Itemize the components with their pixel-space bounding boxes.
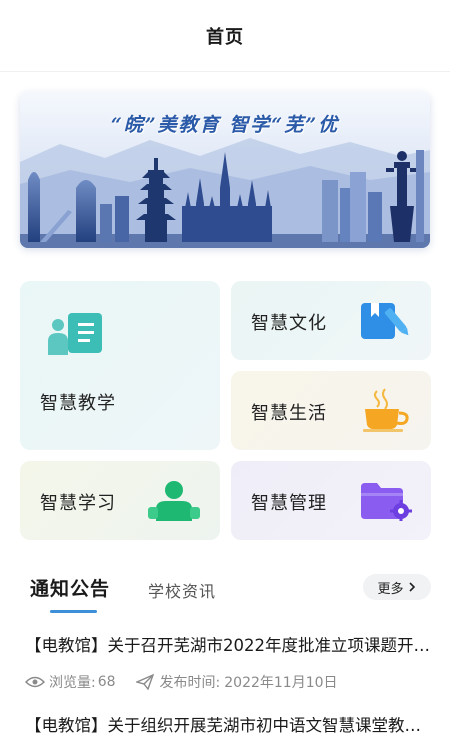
- card-label: 智慧生活: [251, 403, 327, 424]
- news-title[interactable]: 【电教馆】关于组织开展芜湖市初中语文智慧课堂教学展示活动的通知: [25, 712, 435, 736]
- views-count: 68: [97, 674, 116, 690]
- card-smart-culture[interactable]: 智慧文化: [231, 281, 431, 360]
- news-meta: 浏览量: 68 发布时间: 2022年11月10日: [25, 672, 435, 692]
- coffee-cup-icon: [363, 388, 409, 432]
- more-button[interactable]: 更多: [363, 574, 431, 600]
- tab-notices[interactable]: 通知公告: [30, 574, 110, 601]
- eye-icon: [25, 676, 45, 688]
- views-label: 浏览量:: [49, 675, 96, 691]
- card-label: 智慧学习: [40, 493, 116, 514]
- news-title[interactable]: 【电教馆】关于召开芜湖市2022年度批准立项课题开题论证会的通知: [25, 632, 435, 656]
- card-smart-teaching[interactable]: 智慧教学: [20, 281, 220, 450]
- news-item[interactable]: 【电教馆】关于召开芜湖市2022年度批准立项课题开题论证会的通知 浏览量: 68…: [25, 632, 435, 692]
- card-smart-study[interactable]: 智慧学习: [20, 461, 220, 540]
- card-label: 智慧管理: [251, 493, 327, 514]
- paper-plane-icon: [135, 674, 154, 690]
- folder-gear-icon: [361, 483, 412, 521]
- teacher-board-icon: [48, 313, 102, 355]
- card-label: 智慧文化: [251, 313, 327, 334]
- news-item[interactable]: 【电教馆】关于组织开展芜湖市初中语文智慧课堂教学展示活动的通知: [25, 712, 435, 736]
- book-pen-icon: [361, 303, 409, 339]
- header: 首页: [0, 0, 450, 72]
- card-label: 智慧教学: [40, 393, 116, 414]
- banner-carousel[interactable]: “皖”美教育 智学“芜”优: [20, 92, 430, 248]
- chevron-right-icon: [408, 582, 415, 592]
- date-meta: 发布时间: 2022年11月10日: [135, 672, 338, 692]
- student-icon: [148, 481, 200, 521]
- page-title: 首页: [206, 26, 244, 48]
- banner-slogan: “皖”美教育 智学“芜”优: [110, 114, 340, 136]
- date-label: 发布时间:: [159, 675, 221, 691]
- more-label: 更多: [377, 581, 404, 597]
- views-meta: 浏览量: 68: [25, 672, 116, 692]
- tab-school-news[interactable]: 学校资讯: [148, 578, 216, 602]
- date-value: 2022年11月10日: [224, 675, 338, 691]
- card-smart-life[interactable]: 智慧生活: [231, 371, 431, 450]
- tab-indicator: [50, 610, 97, 613]
- news-tabs: 通知公告 学校资讯 更多: [0, 570, 450, 614]
- card-smart-management[interactable]: 智慧管理: [231, 461, 431, 540]
